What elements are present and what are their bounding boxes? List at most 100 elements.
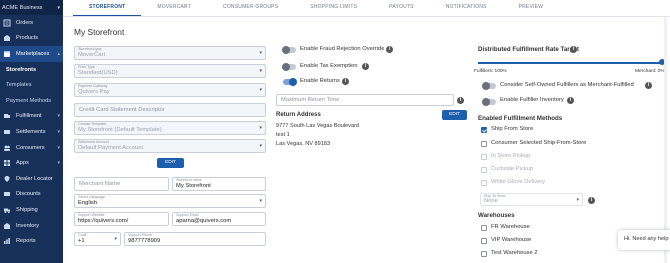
phone-code-select[interactable]: Code +1 ▾ [74, 232, 121, 246]
edit-return-address-button[interactable]: EDIT [442, 110, 467, 120]
sidebar-item-consumers[interactable]: Consumers ▾ [0, 140, 63, 156]
reports-icon [3, 237, 11, 245]
ship-from-store-checkbox[interactable] [481, 127, 487, 133]
support-phone-input[interactable]: Support Phone 9877778909 [124, 232, 266, 246]
tab-storefront[interactable]: STOREFRONT [73, 0, 142, 16]
edit-settlement-button[interactable]: EDIT [157, 158, 184, 168]
choose-template-select[interactable]: Choose Template My Storefront (Default T… [74, 121, 266, 135]
chevron-down-icon: ▾ [57, 160, 60, 167]
field-value: English [78, 199, 98, 206]
fulfiller-inventory-toggle[interactable] [482, 98, 496, 106]
sidebar-item-discounts[interactable]: Discounts [0, 187, 63, 203]
sidebar-item-label: Storefronts [6, 66, 37, 73]
sidebar-item-products[interactable]: Products [0, 31, 63, 47]
sidebar-item-inventory[interactable]: Inventory [0, 218, 63, 234]
fulfillers-percent: Fulfillers: 100% [474, 69, 507, 74]
curbside-pickup-checkbox[interactable] [481, 167, 487, 173]
tab-notifications[interactable]: NOTIFICATIONS [430, 0, 503, 16]
chat-widget[interactable]: Hi. Need any help [618, 230, 670, 250]
ship-to-store-select[interactable]: Ship To Store None ▾ [480, 193, 583, 206]
sidebar-item-label: Consumers [16, 144, 45, 151]
merchant-name-input[interactable]: Merchant Name [74, 177, 169, 191]
chevron-down-icon: ▾ [114, 236, 117, 242]
warehouse-label: VIP Warehouse [491, 237, 532, 243]
field-value: My Storefront [176, 182, 211, 189]
info-icon[interactable]: i [567, 97, 574, 104]
fulfiller-inventory-label: Enable Fulfiller Inventory [500, 97, 564, 103]
rate-target-title: Distributed Fulfillment Rate Target [478, 46, 579, 53]
info-icon[interactable]: i [386, 46, 393, 53]
sidebar-item-apps[interactable]: Apps ▾ [0, 155, 63, 171]
tab-consumer-groups[interactable]: CONSUMER GROUPS [207, 0, 294, 16]
storefront-tabs: STOREFRONT MOVERCART CONSUMER GROUPS SHO… [63, 0, 670, 17]
sidebar-item-orders[interactable]: Orders [0, 15, 63, 31]
consumer-selected-checkbox[interactable] [481, 141, 487, 147]
storefront-name-input[interactable]: Storefront name My Storefront [172, 177, 266, 191]
chevron-down-icon: ▾ [259, 143, 262, 149]
info-icon[interactable]: i [362, 63, 369, 70]
sidebar-item-shipping[interactable]: Shipping [0, 202, 63, 218]
info-icon[interactable]: i [588, 197, 595, 204]
sidebar-item-label: Discounts [16, 191, 41, 198]
toggle-knob [482, 82, 490, 90]
field-label: Support Email [176, 213, 199, 217]
payment-gateway-select[interactable]: Payment Gateway Quivers Pay ▾ [74, 83, 266, 97]
white-glove-checkbox[interactable] [481, 180, 487, 186]
sidebar-item-dealer-locator[interactable]: Dealer Locator [0, 171, 63, 187]
self-owned-fulfillers-toggle[interactable] [482, 82, 496, 90]
toggle-knob [289, 78, 297, 86]
sidebar-item-settlements[interactable]: Settlements ▾ [0, 124, 63, 140]
returns-toggle[interactable] [283, 78, 297, 86]
field-placeholder: Merchant Name [79, 181, 121, 187]
ship-from-store-label: Ship From Store [491, 126, 534, 132]
rate-target-slider[interactable] [478, 62, 663, 64]
info-icon[interactable]: i [457, 97, 464, 104]
page-scrollbar[interactable] [664, 17, 667, 263]
chevron-down-icon: ▾ [259, 198, 262, 204]
sidebar-item-fulfillment[interactable]: Fulfillment ▾ [0, 109, 63, 125]
sidebar-item-marketplaces[interactable]: Marketplaces ▴ [0, 46, 63, 62]
tab-shopping-limits[interactable]: SHOPPING LIMITS [294, 0, 373, 16]
products-icon [3, 34, 11, 42]
info-icon[interactable]: i [342, 78, 349, 85]
price-type-select[interactable]: Price Type Standard(USD) ▾ [74, 64, 266, 78]
warehouse-checkbox[interactable] [481, 225, 487, 231]
chevron-down-icon: ▾ [259, 68, 262, 74]
settlement-account-select[interactable]: Settlement Account Default Payment Accou… [74, 139, 266, 153]
sidebar-subitem-payment-methods[interactable]: Payment Methods [0, 93, 63, 109]
field-value: +1 [78, 237, 85, 244]
business-switcher[interactable]: ACME Business ▾ [0, 0, 63, 15]
fraud-rejection-toggle[interactable] [282, 46, 296, 54]
sidebar-item-label: Products [16, 35, 39, 42]
sidebar-item-label: Templates [6, 82, 32, 89]
sidebar-item-reports[interactable]: Reports [0, 233, 63, 249]
field-value: None [484, 197, 498, 204]
toggle-knob [282, 46, 290, 54]
info-icon[interactable]: i [570, 46, 577, 53]
settlements-icon [3, 128, 11, 136]
storefront-type-select[interactable]: Storefront type MoverCart ▾ [74, 46, 266, 60]
support-email-input[interactable]: Support Email aparna@quivers.com [172, 212, 266, 226]
support-website-input[interactable]: Support Website https://quivers.com/ [74, 212, 169, 226]
language-select[interactable]: Select Language English ▾ [74, 194, 266, 208]
sidebar-item-label: Fulfillment [16, 113, 42, 120]
max-return-time-input[interactable]: Maximum Return Time [276, 94, 454, 106]
discounts-icon [3, 190, 11, 198]
address-line-1: 9777 South Las Vegas Boulevard [276, 123, 360, 129]
warehouse-checkbox[interactable] [481, 238, 487, 244]
warehouse-checkbox[interactable] [481, 251, 487, 257]
returns-label: Enable Returns [300, 78, 340, 84]
tab-payouts[interactable]: PAYOUTS [373, 0, 430, 16]
info-icon[interactable]: i [645, 82, 652, 89]
sidebar-item-label: Dealer Locator [16, 175, 53, 182]
statement-descriptor-input[interactable]: Credit Card Statement Descriptor [74, 103, 266, 117]
in-store-pickup-checkbox[interactable] [481, 154, 487, 160]
field-label: Select Language [78, 195, 105, 199]
field-value: Quivers Pay [78, 88, 110, 95]
sidebar-subitem-storefronts[interactable]: Storefronts [0, 62, 63, 78]
chevron-down-icon: ▾ [259, 87, 262, 93]
tax-exemption-toggle[interactable] [282, 63, 296, 71]
sidebar-subitem-templates[interactable]: Templates [0, 77, 63, 93]
tab-preview[interactable]: PREVIEW [503, 0, 559, 16]
tab-movercart[interactable]: MOVERCART [141, 0, 207, 16]
